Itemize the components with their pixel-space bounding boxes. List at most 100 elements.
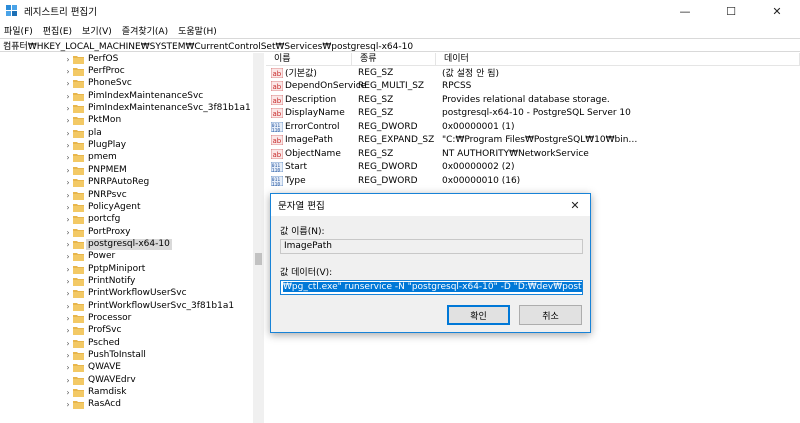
chevron-right-icon[interactable]: › (64, 277, 72, 286)
tree-item[interactable]: › Psched (0, 337, 253, 349)
binary-value-icon: 011 110 (270, 121, 284, 133)
value-row[interactable]: ab Description REG_SZ Provides relational d… (266, 93, 800, 107)
tree-item[interactable]: › ProfSvc (0, 325, 253, 337)
value-data: 0x00000001 (1) (442, 121, 515, 132)
chevron-right-icon[interactable]: › (64, 166, 72, 175)
value-type: REG_DWORD (358, 162, 418, 173)
tree-item[interactable]: › PimIndexMaintenanceSvc_3f81b1a1 (0, 102, 253, 114)
folder-icon (73, 228, 84, 237)
tree-item[interactable]: › PerfProc (0, 65, 253, 77)
tree-item[interactable]: › Ramdisk (0, 386, 253, 398)
tree-item[interactable]: › PNPMEM (0, 164, 253, 176)
column-header-type[interactable]: 종류 (352, 53, 436, 66)
tree-scrollbar-thumb[interactable] (255, 253, 262, 265)
tree-scrollbar[interactable] (253, 53, 264, 423)
tree-item[interactable]: › PhoneSvc (0, 78, 253, 90)
tree-item[interactable]: › PimIndexMaintenanceSvc (0, 90, 253, 102)
tree-item[interactable]: › portcfg (0, 214, 253, 226)
menu-help[interactable]: 도움말(H) (178, 24, 217, 37)
tree-item[interactable]: › PrintWorkflowUserSvc_3f81b1a1 (0, 300, 253, 312)
chevron-right-icon[interactable]: › (64, 326, 72, 335)
folder-icon (73, 388, 84, 398)
chevron-right-icon[interactable]: › (64, 129, 72, 138)
tree-item[interactable]: › PktMon (0, 115, 253, 127)
column-header-name[interactable]: 이름 (266, 53, 352, 66)
chevron-right-icon[interactable]: › (64, 215, 72, 224)
folder-icon (73, 215, 84, 225)
chevron-right-icon[interactable]: › (64, 104, 72, 113)
tree-item[interactable]: › postgresql-x64-10 (0, 238, 253, 250)
chevron-right-icon[interactable]: › (64, 376, 72, 385)
menu-view[interactable]: 보기(V) (82, 24, 112, 37)
folder-icon (73, 240, 84, 249)
chevron-right-icon[interactable]: › (64, 141, 72, 150)
chevron-right-icon[interactable]: › (64, 363, 72, 372)
tree-item[interactable]: › pla (0, 127, 253, 139)
address-bar[interactable]: 컴퓨터₩HKEY_LOCAL_MACHINE₩SYSTEM₩CurrentCon… (0, 38, 800, 52)
tree-item[interactable]: › PortProxy (0, 226, 253, 238)
chevron-right-icon[interactable]: › (64, 302, 72, 311)
chevron-right-icon[interactable]: › (64, 203, 72, 212)
folder-icon (73, 67, 84, 77)
chevron-right-icon[interactable]: › (64, 55, 72, 64)
chevron-right-icon[interactable]: › (64, 228, 72, 237)
ok-button[interactable]: 확인 (447, 305, 510, 325)
key-tree[interactable]: › PerfOS › PerfProc › PhoneSvc › PimIndexMainte… (0, 53, 264, 423)
tree-item[interactable]: › PolicyAgent (0, 201, 253, 213)
chevron-right-icon[interactable]: › (64, 178, 72, 187)
chevron-right-icon[interactable]: › (64, 339, 72, 348)
chevron-right-icon[interactable]: › (64, 191, 72, 200)
value-row[interactable]: 011 110 Type REG_DWORD 0x00000010 (16) (266, 174, 800, 188)
value-name: ObjectName (285, 148, 341, 159)
value-data-input[interactable]: ₩pg_ctl.exe" runservice -N "postgresql-x… (280, 280, 583, 295)
close-window-button[interactable]: ✕ (754, 0, 800, 22)
chevron-right-icon[interactable]: › (64, 289, 72, 298)
tree-item[interactable]: › PrintWorkflowUserSvc (0, 288, 253, 300)
chevron-right-icon[interactable]: › (64, 351, 72, 360)
chevron-right-icon[interactable]: › (64, 79, 72, 88)
chevron-right-icon[interactable]: › (64, 388, 72, 397)
chevron-right-icon[interactable]: › (64, 240, 72, 249)
value-row[interactable]: ab DisplayName REG_SZ postgresql-x64-10 - P… (266, 107, 800, 121)
menu-edit[interactable]: 편집(E) (43, 24, 72, 37)
chevron-right-icon[interactable]: › (64, 116, 72, 125)
tree-item-label: PhoneSvc (88, 78, 132, 89)
tree-item-label: PktMon (88, 115, 122, 126)
value-row[interactable]: ab ObjectName REG_SZ NT AUTHORITY₩NetworkSe… (266, 147, 800, 161)
cancel-button[interactable]: 취소 (519, 305, 582, 325)
tree-item[interactable]: › PushToInstall (0, 349, 253, 361)
value-row[interactable]: ab DependOnService REG_MULTI_SZ RPCSS (266, 80, 800, 94)
tree-item[interactable]: › RasAcd (0, 399, 253, 411)
value-row[interactable]: ab ImagePath REG_EXPAND_SZ "C:₩Program File… (266, 134, 800, 148)
tree-item[interactable]: › PptpMiniport (0, 263, 253, 275)
menu-file[interactable]: 파일(F) (4, 24, 33, 37)
tree-item[interactable]: › Power (0, 251, 253, 263)
chevron-right-icon[interactable]: › (64, 153, 72, 162)
chevron-right-icon[interactable]: › (64, 252, 72, 261)
minimize-button[interactable]: — (662, 0, 708, 22)
tree-item[interactable]: › PNRPAutoReg (0, 177, 253, 189)
tree-item[interactable]: › PNRPsvc (0, 189, 253, 201)
tree-item[interactable]: › pmem (0, 152, 253, 164)
chevron-right-icon[interactable]: › (64, 314, 72, 323)
tree-item-label: PimIndexMaintenanceSvc (88, 90, 204, 101)
tree-item-label: PolicyAgent (88, 201, 141, 212)
value-row[interactable]: ab (기본값) REG_SZ (값 설정 안 됨) (266, 66, 800, 80)
tree-item[interactable]: › QWAVE (0, 362, 253, 374)
chevron-right-icon[interactable]: › (64, 67, 72, 76)
value-row[interactable]: 011 110 Start REG_DWORD 0x00000002 (2) (266, 161, 800, 175)
value-row[interactable]: 011 110 ErrorControl REG_DWORD 0x00000001 (1… (266, 120, 800, 134)
value-name: (기본값) (285, 69, 317, 80)
menu-favorites[interactable]: 즐겨찾기(A) (122, 24, 168, 37)
dialog-close-button[interactable]: ✕ (560, 194, 590, 216)
tree-item[interactable]: › PerfOS (0, 53, 253, 65)
maximize-button[interactable]: ☐ (708, 0, 754, 22)
tree-item[interactable]: › QWAVEdrv (0, 374, 253, 386)
tree-item[interactable]: › Processor (0, 312, 253, 324)
column-header-data[interactable]: 데이터 (436, 53, 800, 66)
tree-item[interactable]: › PlugPlay (0, 139, 253, 151)
chevron-right-icon[interactable]: › (64, 400, 72, 409)
tree-item[interactable]: › PrintNotify (0, 275, 253, 287)
chevron-right-icon[interactable]: › (64, 265, 72, 274)
chevron-right-icon[interactable]: › (64, 92, 72, 101)
